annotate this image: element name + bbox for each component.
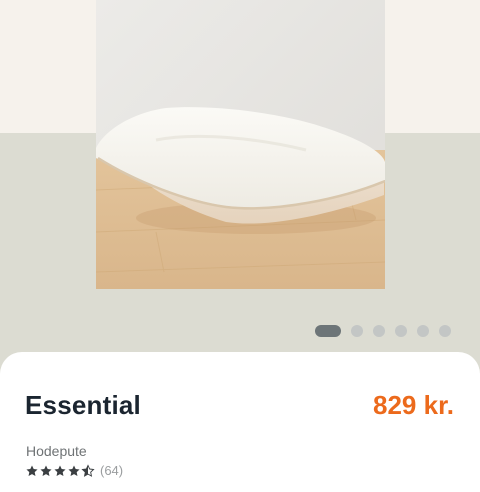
carousel-dot[interactable] bbox=[351, 325, 363, 337]
star-icon bbox=[26, 464, 38, 476]
product-rating[interactable]: (64) bbox=[25, 463, 123, 478]
star-icon bbox=[54, 464, 66, 476]
star-icon bbox=[40, 464, 52, 476]
star-half-icon bbox=[81, 463, 95, 477]
star-icon bbox=[68, 464, 80, 476]
carousel-dot[interactable] bbox=[395, 325, 407, 337]
carousel-dot[interactable] bbox=[373, 325, 385, 337]
carousel-dot[interactable] bbox=[439, 325, 451, 337]
product-category: Hodepute bbox=[26, 443, 87, 459]
carousel-pagination bbox=[315, 325, 461, 337]
carousel-dot[interactable] bbox=[417, 325, 429, 337]
review-count: (64) bbox=[100, 463, 124, 478]
product-title: Essential bbox=[25, 390, 141, 420]
carousel-dot-active[interactable] bbox=[315, 325, 341, 337]
product-price: 829 kr. bbox=[373, 390, 454, 420]
product-image[interactable] bbox=[96, 0, 385, 289]
